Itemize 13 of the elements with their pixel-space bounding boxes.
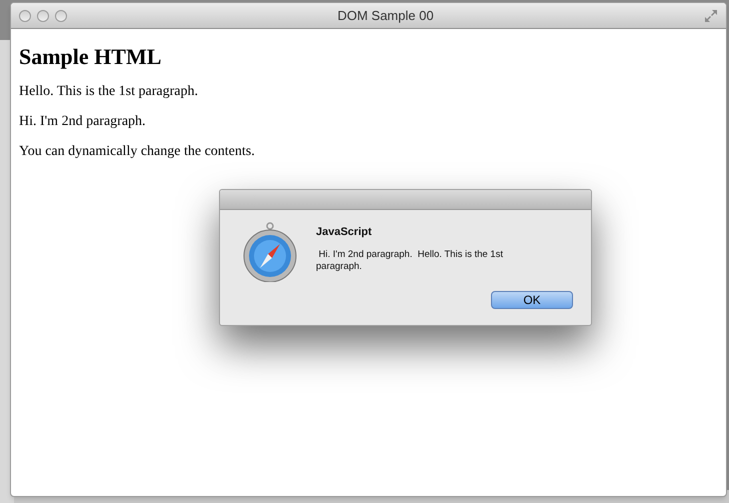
ok-button[interactable]: OK bbox=[491, 291, 573, 309]
window-title: DOM Sample 00 bbox=[337, 6, 434, 25]
paragraph: Hi. I'm 2nd paragraph. bbox=[19, 113, 147, 131]
minimize-button[interactable] bbox=[37, 10, 49, 22]
compass-icon bbox=[242, 222, 298, 282]
fullscreen-icon[interactable] bbox=[704, 8, 718, 22]
page-heading: Sample HTML bbox=[19, 43, 162, 71]
paragraph: You can dynamically change the contents. bbox=[19, 143, 256, 161]
dialog-message: Hi. I'm 2nd paragraph. Hello. This is the 1st paragraph. bbox=[316, 248, 504, 272]
dialog-title: JavaScript bbox=[316, 225, 373, 240]
zoom-button[interactable] bbox=[55, 10, 67, 22]
paragraph: Hello. This is the 1st paragraph. bbox=[19, 83, 199, 101]
close-button[interactable] bbox=[19, 10, 31, 22]
